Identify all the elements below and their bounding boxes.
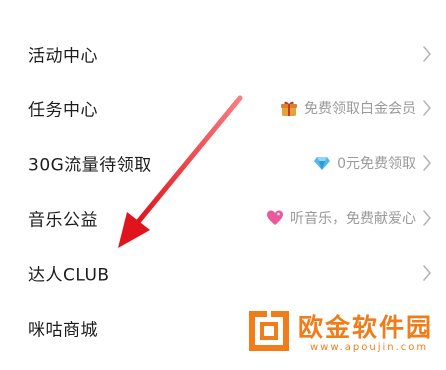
menu-item-music-charity[interactable]: 音乐公益 听音乐，免费献爱心 <box>0 191 446 245</box>
menu-item-talent-club[interactable]: 达人CLUB <box>0 246 446 300</box>
menu-item-label: 音乐公益 <box>28 210 98 231</box>
menu-item-label: 任务中心 <box>28 100 98 121</box>
menu-item-migu-mall[interactable]: 咪咕商城 <box>0 301 446 355</box>
settings-menu-list: 活动中心 任务中心 免费领取白金会员 30G流量待领取 0元免费领取 音乐公益 … <box>0 0 446 370</box>
gift-icon <box>280 99 298 117</box>
menu-item-label: 咪咕商城 <box>28 320 98 341</box>
diamond-icon <box>313 154 331 172</box>
menu-item-activity-center[interactable]: 活动中心 <box>0 27 446 81</box>
menu-item-hint: 免费领取白金会员 <box>304 101 416 117</box>
heart-icon <box>266 209 284 227</box>
menu-item-hint: 听音乐，免费献爱心 <box>290 211 416 227</box>
menu-item-label: 达人CLUB <box>28 265 110 286</box>
chevron-right-icon <box>422 99 432 117</box>
menu-item-label: 活动中心 <box>28 46 98 67</box>
chevron-right-icon <box>422 154 432 172</box>
menu-item-task-center[interactable]: 任务中心 免费领取白金会员 <box>0 81 446 135</box>
menu-item-hint: 0元免费领取 <box>337 156 416 172</box>
menu-item-label: 30G流量待领取 <box>28 155 152 176</box>
menu-item-30g-data[interactable]: 30G流量待领取 0元免费领取 <box>0 136 446 190</box>
chevron-right-icon <box>422 209 432 227</box>
chevron-right-icon <box>422 264 432 282</box>
chevron-right-icon <box>422 45 432 63</box>
